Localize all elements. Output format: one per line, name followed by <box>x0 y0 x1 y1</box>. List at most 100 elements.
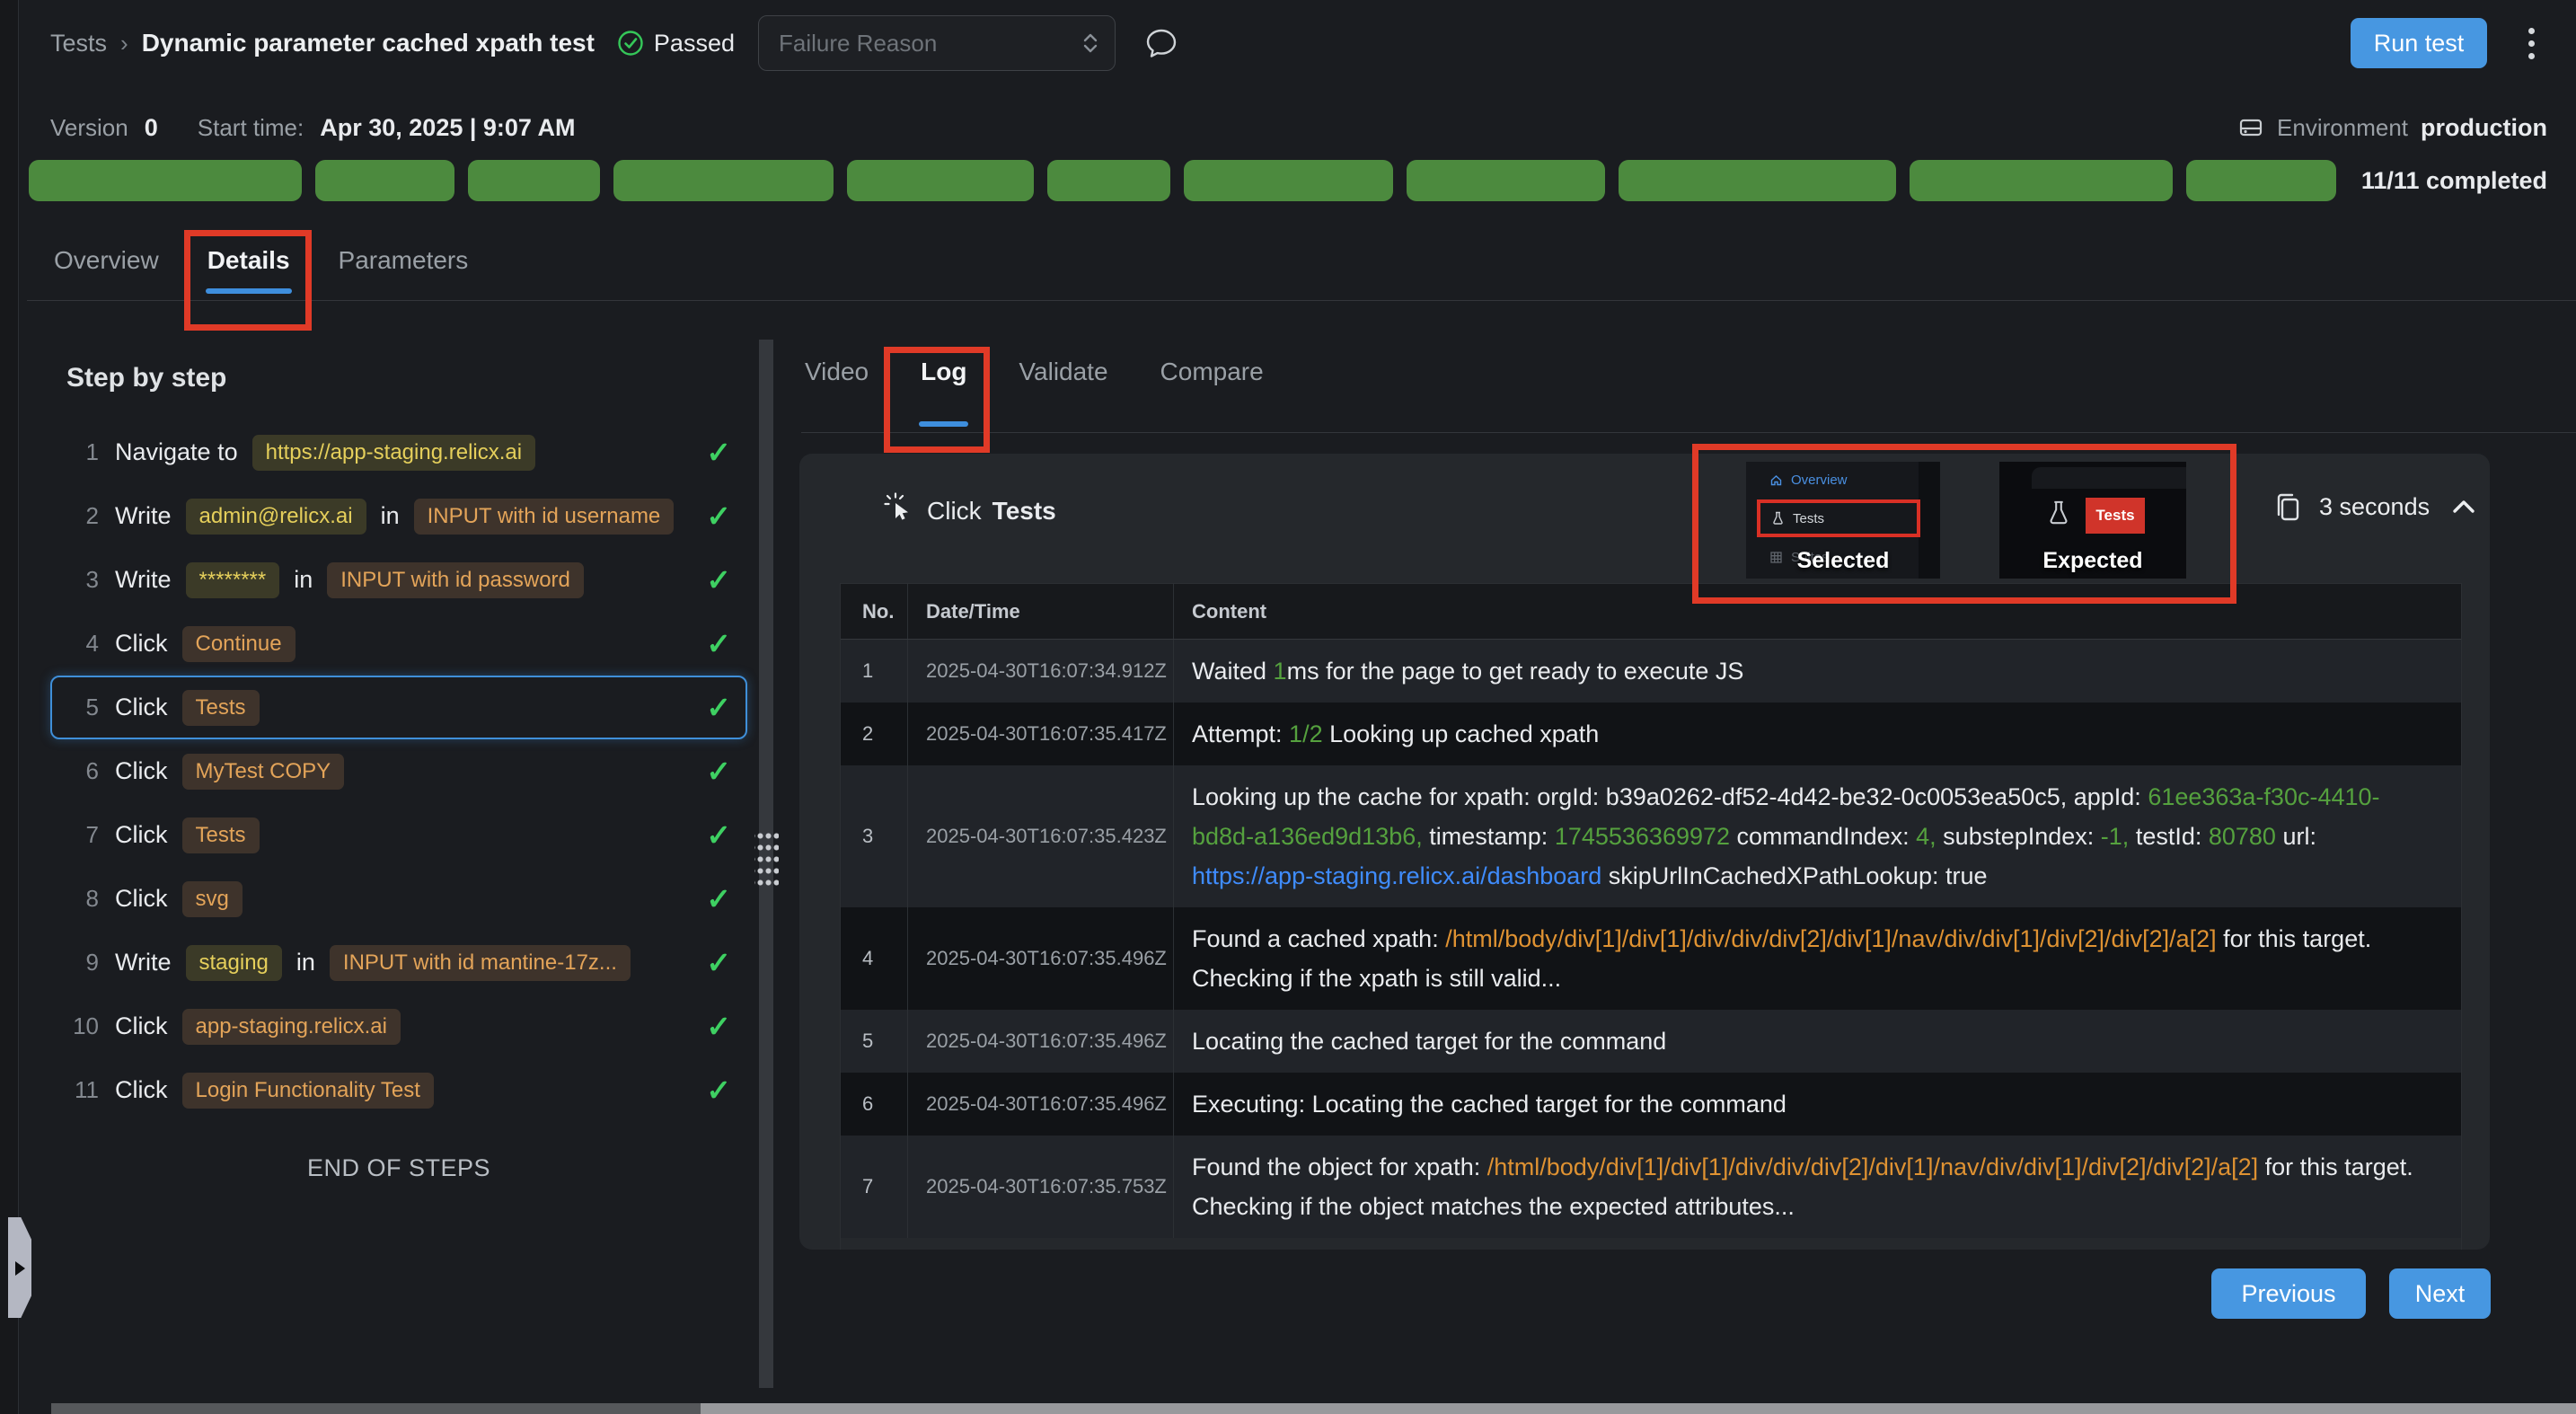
step-target-badge: MyTest COPY <box>182 754 345 790</box>
tab-overview[interactable]: Overview <box>50 241 163 300</box>
horizontal-scrollbar-thumb[interactable] <box>701 1403 2576 1414</box>
sidebar-expand-handle[interactable] <box>8 1217 31 1318</box>
step-target-badge: Tests <box>182 690 260 726</box>
duration-label: 3 seconds <box>2319 493 2430 521</box>
collapsed-sidebar-edge <box>0 0 19 1414</box>
step-target-badge: Tests <box>182 817 260 853</box>
log-table-body: 12025-04-30T16:07:34.912ZWaited 1ms for … <box>841 640 2461 1238</box>
next-button[interactable]: Next <box>2389 1268 2491 1319</box>
status-text: Passed <box>654 30 735 57</box>
step-row-6[interactable]: 6ClickMyTest COPY✓ <box>50 739 747 803</box>
progress-segment <box>1184 160 1393 201</box>
progress-segments <box>29 160 2336 201</box>
step-row-4[interactable]: 4ClickContinue✓ <box>50 612 747 676</box>
progress-segment <box>29 160 302 201</box>
start-time-value: Apr 30, 2025 | 9:07 AM <box>320 114 575 142</box>
log-text: skipUrlInCachedXPathLookup: true <box>1601 862 1987 889</box>
step-row-7[interactable]: 7ClickTests✓ <box>50 803 747 867</box>
log-text: Locating the cached target for the comma… <box>1192 1028 1666 1055</box>
select-chevrons-icon <box>1081 29 1100 57</box>
log-row-4: 42025-04-30T16:07:35.496ZFound a cached … <box>841 907 2461 1010</box>
log-row-timestamp: 2025-04-30T16:07:35.496Z <box>908 1073 1174 1136</box>
tab-details[interactable]: Details <box>204 241 294 300</box>
log-text: ms for the page to get ready to execute … <box>1287 658 1744 685</box>
log-text: Waited <box>1192 658 1274 685</box>
log-row-timestamp: 2025-04-30T16:07:35.496Z <box>908 1010 1174 1073</box>
run-test-button[interactable]: Run test <box>2351 18 2487 68</box>
log-row-content: Found a cached xpath: /html/body/div[1]/… <box>1174 907 2461 1010</box>
step-passed-check-icon: ✓ <box>706 501 731 531</box>
start-time-label: Start time: <box>198 114 304 142</box>
step-row-5[interactable]: 5ClickTests✓ <box>50 676 747 739</box>
step-row-2[interactable]: 2Writeadmin@relicx.aiinINPUT with id use… <box>50 484 747 548</box>
col-header-content: Content <box>1174 584 2461 639</box>
log-text: 4, <box>1916 823 1936 850</box>
step-row-10[interactable]: 10Clickapp-staging.relicx.ai✓ <box>50 994 747 1058</box>
collapse-chevron-up-icon[interactable] <box>2446 494 2482 519</box>
step-passed-check-icon: ✓ <box>706 948 731 977</box>
command-target: Tests <box>992 497 1056 525</box>
step-passed-check-icon: ✓ <box>706 629 731 658</box>
selected-screenshot-thumbnail[interactable]: Overview Tests Suites Selected <box>1746 462 1940 579</box>
log-row-timestamp: 2025-04-30T16:07:35.417Z <box>908 703 1174 765</box>
step-row-1[interactable]: 1Navigate tohttps://app-staging.relicx.a… <box>50 420 747 484</box>
log-text: Looking up the cache for xpath: orgId: b… <box>1192 783 2148 810</box>
horizontal-scrollbar-track[interactable] <box>51 1403 701 1414</box>
environment-label: Environment <box>2277 114 2408 142</box>
breadcrumb[interactable]: Tests <box>50 30 107 57</box>
detail-tabs: Video Log Validate Compare <box>801 352 1267 433</box>
steps-panel: Step by step 1Navigate tohttps://app-sta… <box>50 356 747 1182</box>
log-row-number: 7 <box>841 1136 908 1238</box>
step-verb: Click <box>115 1076 168 1104</box>
log-text: Found the object for xpath: <box>1192 1153 1487 1180</box>
step-number: 5 <box>61 694 99 721</box>
step-row-8[interactable]: 8Clicksvg✓ <box>50 867 747 931</box>
step-value-badge: admin@relicx.ai <box>186 499 366 535</box>
step-row-3[interactable]: 3Write********inINPUT with id password✓ <box>50 548 747 612</box>
mini-nav-overview: Overview <box>1769 473 1848 488</box>
log-row-content: Looking up the cache for xpath: orgId: b… <box>1174 765 2461 907</box>
step-number: 11 <box>61 1076 99 1104</box>
step-number: 9 <box>61 949 99 977</box>
mini-panel-shape <box>2032 467 2186 489</box>
log-text: url: <box>2276 823 2316 850</box>
end-of-steps-label: END OF STEPS <box>50 1154 747 1182</box>
tab-compare[interactable]: Compare <box>1157 352 1267 433</box>
tab-video[interactable]: Video <box>801 352 872 433</box>
step-connector: in <box>296 949 315 977</box>
step-row-11[interactable]: 11ClickLogin Functionality Test✓ <box>50 1058 747 1122</box>
step-verb: Write <box>115 949 172 977</box>
status-badge: Passed <box>616 29 735 57</box>
expected-target-highlight: Tests <box>2086 498 2145 534</box>
log-text: 1/2 <box>1289 720 1323 747</box>
step-passed-check-icon: ✓ <box>706 820 731 850</box>
log-row-number: 3 <box>841 765 908 907</box>
click-cursor-icon <box>882 491 914 528</box>
failure-reason-select[interactable]: Failure Reason <box>758 15 1116 71</box>
page-title: Dynamic parameter cached xpath test <box>142 29 595 57</box>
progress-segment <box>1910 160 2172 201</box>
step-verb: Write <box>115 566 172 594</box>
copy-icon[interactable] <box>2272 490 2303 524</box>
duration-group: 3 seconds <box>2272 490 2482 524</box>
comment-button[interactable] <box>1142 24 1180 62</box>
tab-parameters[interactable]: Parameters <box>335 241 472 300</box>
expected-label: Expected <box>1999 548 2186 574</box>
step-verb: Click <box>115 1012 168 1040</box>
command-title: ClickTests <box>927 497 1056 526</box>
step-target-badge: INPUT with id mantine-17z... <box>330 945 631 981</box>
tab-validate[interactable]: Validate <box>1015 352 1111 433</box>
step-number: 2 <box>61 502 99 530</box>
tab-log[interactable]: Log <box>917 352 970 433</box>
check-circle-icon <box>616 29 645 57</box>
kebab-menu-icon[interactable] <box>2525 24 2538 63</box>
log-link[interactable]: https://app-staging.relicx.ai/dashboard <box>1192 862 1601 889</box>
expected-screenshot-thumbnail[interactable]: Tests Expected <box>1999 462 2186 579</box>
step-number: 4 <box>61 630 99 658</box>
log-row-7: 72025-04-30T16:07:35.753ZFound the objec… <box>841 1136 2461 1238</box>
environment-icon <box>2237 114 2264 141</box>
previous-button[interactable]: Previous <box>2211 1268 2366 1319</box>
step-row-9[interactable]: 9WritestaginginINPUT with id mantine-17z… <box>50 931 747 994</box>
panel-resize-handle[interactable] <box>754 828 779 889</box>
steps-heading: Step by step <box>66 363 747 393</box>
